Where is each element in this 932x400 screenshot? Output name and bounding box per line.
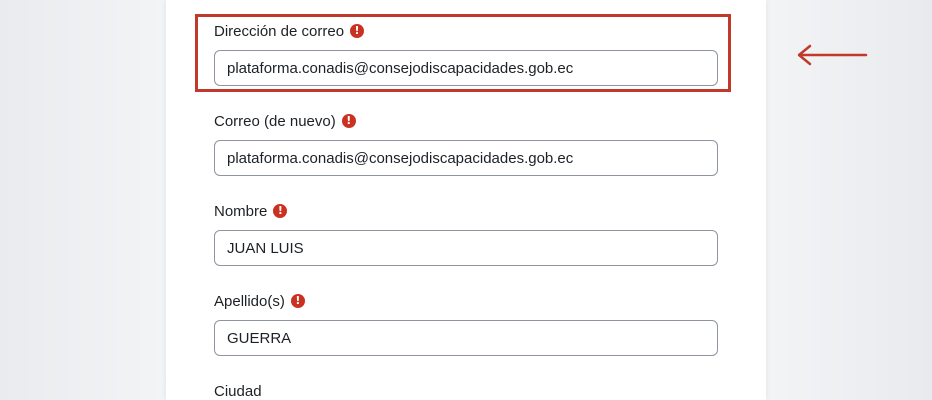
last-name-input[interactable]	[214, 320, 718, 356]
page-background-left	[0, 0, 166, 400]
last-name-label-text: Apellido(s)	[214, 292, 285, 310]
required-icon: !	[273, 204, 288, 218]
first-name-label: Nombre !	[214, 200, 718, 222]
last-name-field-group: Apellido(s) !	[214, 290, 718, 356]
required-icon: !	[290, 294, 305, 308]
email-input[interactable]	[214, 50, 718, 86]
email-field-group: Dirección de correo !	[214, 20, 718, 86]
city-field-group: Ciudad	[214, 380, 718, 400]
email-confirm-label-text: Correo (de nuevo)	[214, 112, 336, 130]
signup-form-card: Dirección de correo ! Correo (de nuevo) …	[166, 0, 766, 400]
last-name-label: Apellido(s) !	[214, 290, 718, 312]
email-confirm-label: Correo (de nuevo) !	[214, 110, 718, 132]
city-label: Ciudad	[214, 380, 718, 400]
arrow-left-icon	[797, 44, 868, 66]
email-confirm-field-group: Correo (de nuevo) !	[214, 110, 718, 176]
email-label: Dirección de correo !	[214, 20, 718, 42]
first-name-field-group: Nombre !	[214, 200, 718, 266]
first-name-input[interactable]	[214, 230, 718, 266]
first-name-label-text: Nombre	[214, 202, 268, 220]
required-icon: !	[341, 114, 356, 128]
city-label-text: Ciudad	[214, 382, 262, 400]
email-confirm-input[interactable]	[214, 140, 718, 176]
required-icon: !	[350, 24, 365, 38]
email-label-text: Dirección de correo	[214, 22, 345, 40]
